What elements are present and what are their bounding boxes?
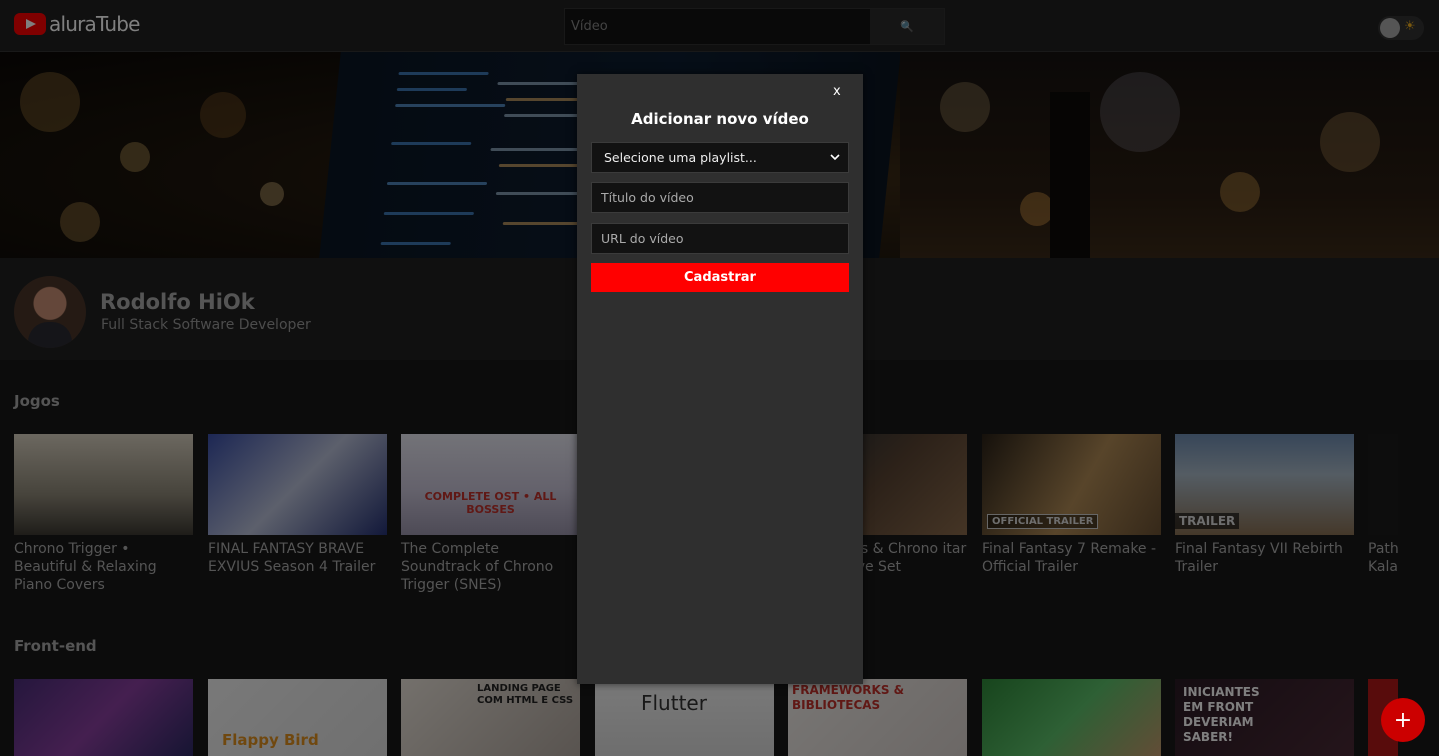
chevron-down-icon [830, 154, 840, 161]
submit-button[interactable]: Cadastrar [591, 263, 849, 292]
add-video-button[interactable]: + [1381, 698, 1425, 742]
modal-title: Adicionar novo vídeo [631, 110, 809, 128]
playlist-select[interactable]: Selecione uma playlist... [591, 142, 849, 173]
video-url-field[interactable] [591, 223, 849, 254]
close-button[interactable]: x [833, 84, 841, 99]
plus-icon: + [1393, 707, 1413, 733]
playlist-select-value: Selecione uma playlist... [604, 150, 757, 165]
video-title-field[interactable] [591, 182, 849, 213]
add-video-modal: x Adicionar novo vídeo Selecione uma pla… [577, 74, 863, 684]
